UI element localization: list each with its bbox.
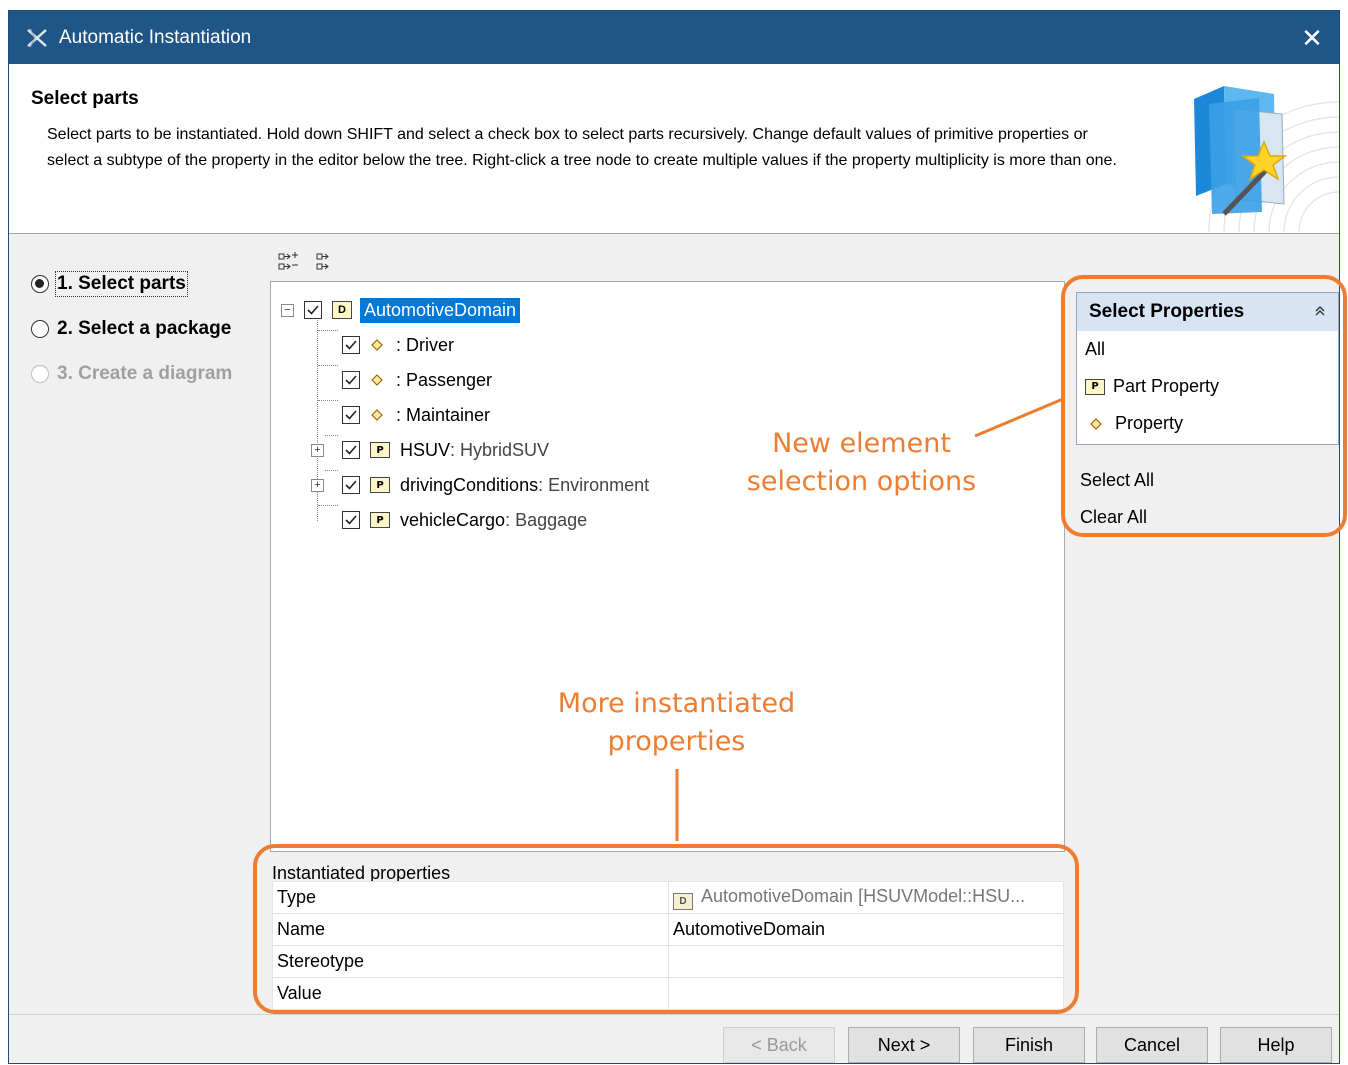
finish-button[interactable]: Finish bbox=[973, 1027, 1085, 1063]
button-bar: < Back Next > Finish Cancel Help bbox=[9, 1014, 1339, 1065]
help-button[interactable]: Help bbox=[1220, 1027, 1332, 1063]
next-button[interactable]: Next > bbox=[848, 1027, 960, 1063]
automatic-instantiation-dialog: Automatic Instantiation ✕ Select parts S… bbox=[8, 10, 1348, 1065]
annotation-arrows bbox=[675, 397, 1064, 841]
back-button: < Back bbox=[723, 1027, 835, 1063]
cancel-button[interactable]: Cancel bbox=[1096, 1027, 1208, 1063]
